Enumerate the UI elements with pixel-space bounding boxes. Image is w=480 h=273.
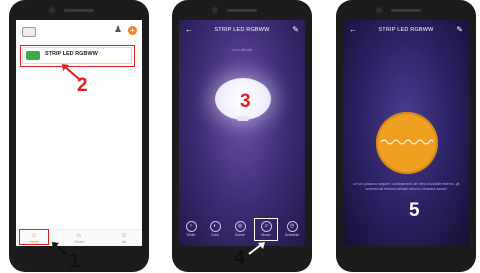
phone-3: ← STRIP LED RGBWW ✎ Le luci possono segu…	[336, 0, 476, 272]
screen-header: ← STRIP LED RGBWW ✎	[343, 20, 469, 40]
mode-white-label: White	[186, 233, 196, 237]
arrow-icon	[62, 64, 80, 80]
mode-color-label: Color	[210, 233, 220, 237]
palette-icon: ◐	[209, 221, 221, 232]
mode-music[interactable]: ♫ Music	[254, 218, 278, 241]
mode-color[interactable]: ◐ Color	[205, 221, 225, 238]
mode-schedule[interactable]: ◷ Schedule	[282, 221, 302, 238]
step-number-3: 3	[240, 91, 251, 112]
front-camera	[212, 7, 218, 13]
arrow-icon	[52, 242, 68, 256]
speaker	[64, 9, 94, 12]
tab-me[interactable]: ☺ Me	[109, 232, 139, 245]
mode-white[interactable]: ○ White	[181, 221, 201, 238]
highlight-box	[254, 218, 278, 241]
sun-icon: ☼	[75, 232, 83, 239]
device-name: STRIP LED RGBWW	[45, 51, 98, 57]
app-header: ♟ +	[16, 20, 142, 42]
tab-me-label: Me	[121, 240, 127, 244]
scene-icon: ◎	[234, 221, 246, 232]
speaker	[391, 9, 421, 12]
white-mode-icon: ○	[185, 221, 197, 232]
bottom-tab-bar: ⌂ Home ☼ Smart ☺ Me	[16, 229, 142, 246]
screen-header: ← STRIP LED RGBWW ✎	[179, 20, 305, 40]
bulb-base	[237, 116, 249, 121]
music-mode-screen: ← STRIP LED RGBWW ✎ Le luci possono segu…	[343, 20, 469, 246]
light-status: Luce attivata	[232, 48, 252, 52]
robot-icon[interactable]: ♟	[114, 24, 122, 35]
tab-home[interactable]: ⌂ Home	[19, 229, 49, 245]
highlight-box	[19, 229, 49, 245]
light-control-screen: ← STRIP LED RGBWW ✎ Luce attivata ○ Whit…	[179, 20, 305, 246]
step-number-4: 4	[234, 247, 246, 269]
speaker	[227, 9, 257, 12]
front-camera	[376, 7, 382, 13]
mode-schedule-label: Schedule	[284, 233, 300, 237]
music-mode-message: Le luci possono seguire i cambiamenti de…	[352, 182, 460, 191]
user-icon: ☺	[120, 232, 128, 239]
screen-title: STRIP LED RGBWW	[214, 27, 270, 33]
sound-wave-icon	[381, 139, 433, 145]
logo-icon	[22, 27, 36, 37]
edit-pencil-icon[interactable]: ✎	[456, 25, 463, 34]
mode-scene[interactable]: ◎ Scene	[230, 221, 250, 238]
edit-pencil-icon[interactable]: ✎	[292, 25, 299, 34]
front-camera	[49, 7, 55, 13]
step-number-5: 5	[409, 200, 420, 221]
clock-icon: ◷	[286, 221, 298, 232]
device-thumbnail	[26, 51, 40, 60]
phone-2: ← STRIP LED RGBWW ✎ Luce attivata ○ Whit…	[172, 0, 312, 272]
screen-title: STRIP LED RGBWW	[378, 27, 434, 33]
phone-1: ♟ + STRIP LED RGBWW ⌂ Home ☼ Smart ☺ Me	[9, 0, 149, 272]
step-number-1: 1	[69, 250, 81, 272]
mode-bar: ○ White ◐ Color ◎ Scene ♫ Music ◷ Schedu…	[179, 218, 305, 243]
mode-scene-label: Scene	[235, 233, 245, 237]
arrow-icon	[248, 242, 265, 255]
home-screen: ♟ + STRIP LED RGBWW ⌂ Home ☼ Smart ☺ Me	[16, 20, 142, 246]
add-device-icon[interactable]: +	[128, 26, 137, 35]
